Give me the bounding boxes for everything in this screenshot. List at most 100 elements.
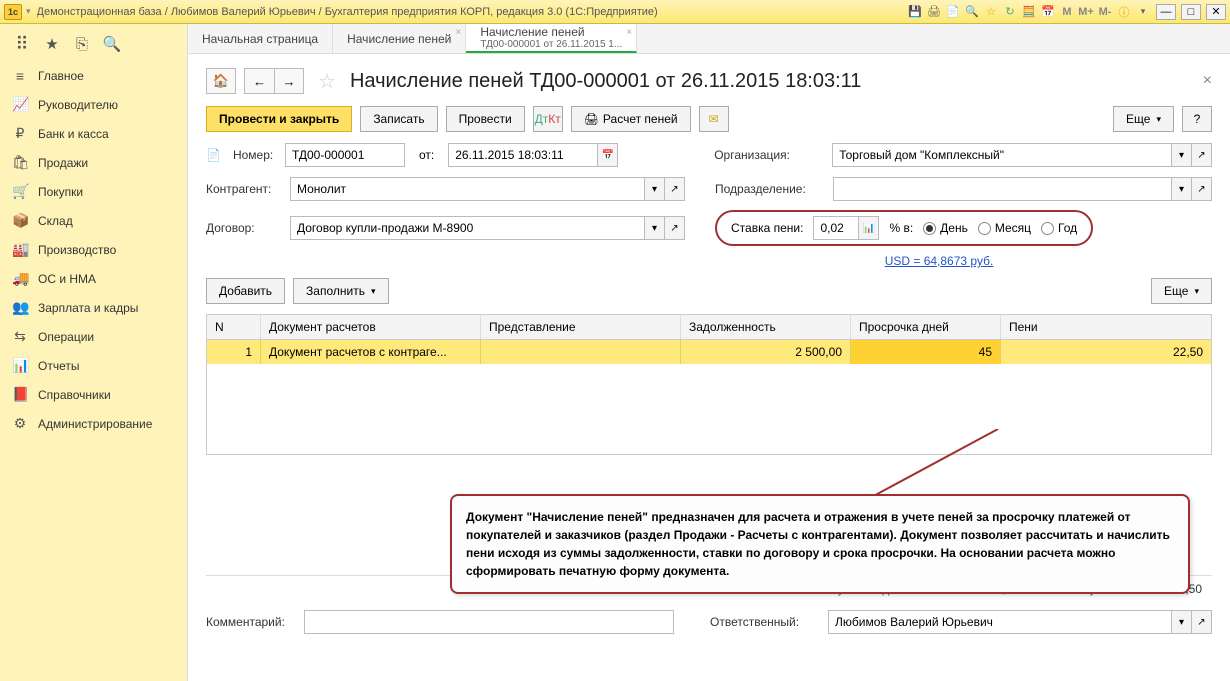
responsible-input[interactable]: Любимов Валерий Юрьевич — [828, 610, 1172, 634]
favorite-icon[interactable]: ★ — [40, 34, 64, 54]
m-minus-button[interactable]: M- — [1097, 4, 1113, 20]
mail-button[interactable]: ✉ — [699, 106, 729, 132]
minimize-button[interactable]: — — [1156, 4, 1176, 20]
open-icon[interactable]: ↗ — [665, 216, 685, 240]
tab-close-icon[interactable]: × — [626, 27, 632, 38]
sidebar-item[interactable]: ≡Главное — [0, 62, 187, 90]
dropdown-icon[interactable]: ▾ — [1135, 4, 1151, 20]
sidebar-item[interactable]: 👥Зарплата и кадры — [0, 293, 187, 322]
date-input[interactable]: 26.11.2015 18:03:11 — [448, 143, 598, 167]
save-button[interactable]: Записать — [360, 106, 437, 132]
open-icon[interactable]: ↗ — [665, 177, 685, 201]
page-title: Начисление пеней ТД00-000001 от 26.11.20… — [350, 70, 862, 93]
col-repr[interactable]: Представление — [481, 315, 681, 339]
dropdown-icon[interactable]: ▾ — [1172, 610, 1192, 634]
dt-kt-button[interactable]: ДтКт — [533, 106, 563, 132]
apps-icon[interactable]: ⠿ — [10, 34, 34, 54]
contract-input[interactable]: Договор купли-продажи М-8900 — [290, 216, 645, 240]
calendar-icon[interactable]: 📅 — [1040, 4, 1056, 20]
home-button[interactable]: 🏠 — [206, 68, 236, 94]
open-icon[interactable]: ↗ — [1192, 143, 1212, 167]
col-n[interactable]: N — [207, 315, 261, 339]
favorite-star-icon[interactable]: ☆ — [318, 69, 336, 94]
star-icon[interactable]: ☆ — [983, 4, 999, 20]
division-input[interactable] — [833, 177, 1172, 201]
more-button[interactable]: Еще — [1113, 106, 1174, 132]
dropdown-icon[interactable]: ▾ — [1172, 143, 1192, 167]
dropdown-icon[interactable]: ▾ — [26, 6, 31, 17]
radio-year[interactable]: Год — [1041, 221, 1077, 235]
maximize-button[interactable]: □ — [1181, 4, 1201, 20]
more-list-button[interactable]: Еще — [1151, 278, 1212, 304]
calendar-picker-icon[interactable]: 📅 — [598, 143, 618, 167]
radio-day[interactable]: День — [923, 221, 968, 235]
sidebar-item[interactable]: 🛍Продажи — [0, 148, 187, 177]
tab-home[interactable]: Начальная страница — [188, 24, 333, 53]
search-icon[interactable]: 🔍 — [100, 34, 124, 54]
history-icon[interactable]: ↻ — [1002, 4, 1018, 20]
sidebar-item[interactable]: 📕Справочники — [0, 380, 187, 409]
dropdown-icon[interactable]: ▾ — [645, 177, 665, 201]
sidebar-item[interactable]: 🚚ОС и НМА — [0, 264, 187, 293]
titlebar: 1c ▾ Демонстрационная база / Любимов Вал… — [0, 0, 1230, 24]
col-debt[interactable]: Задолженность — [681, 315, 851, 339]
radio-month[interactable]: Месяц — [978, 221, 1031, 235]
toolbar-icon[interactable]: 🔍 — [964, 4, 980, 20]
col-penalty[interactable]: Пени — [1001, 315, 1211, 339]
number-input[interactable]: ТД00-000001 — [285, 143, 405, 167]
sidebar-icon: ₽ — [12, 125, 28, 142]
penalties-table: N Документ расчетов Представление Задолж… — [206, 314, 1212, 455]
open-icon[interactable]: ↗ — [1192, 177, 1212, 201]
sidebar-item[interactable]: 🏭Производство — [0, 235, 187, 264]
m-button[interactable]: M — [1059, 4, 1075, 20]
tab-penalties[interactable]: Начисление пеней× — [333, 24, 466, 53]
dropdown-icon[interactable]: ▾ — [1172, 177, 1192, 201]
sidebar-icon: 🛒 — [12, 183, 28, 200]
tab-close-icon[interactable]: × — [456, 27, 462, 38]
sidebar-item[interactable]: 📊Отчеты — [0, 351, 187, 380]
fill-button[interactable]: Заполнить — [293, 278, 388, 304]
clipboard-icon[interactable]: ⎘ — [70, 34, 94, 54]
sidebar-item[interactable]: ⚙Администрирование — [0, 409, 187, 438]
toolbar-icon[interactable]: 🖨 — [926, 4, 942, 20]
calc-icon[interactable]: 🧮 — [1021, 4, 1037, 20]
info-icon[interactable]: ⓘ — [1116, 4, 1132, 20]
toolbar-icon[interactable]: 📄 — [945, 4, 961, 20]
organization-input[interactable]: Торговый дом "Комплексный" — [832, 143, 1172, 167]
back-button[interactable]: ← — [244, 68, 274, 94]
table-row[interactable]: 1 Документ расчетов с контраге... 2 500,… — [207, 340, 1211, 364]
dropdown-icon[interactable]: ▾ — [645, 216, 665, 240]
help-button[interactable]: ? — [1182, 106, 1212, 132]
post-and-close-button[interactable]: Провести и закрыть — [206, 106, 352, 132]
calc-penalties-button[interactable]: 🖨Расчет пеней — [571, 106, 691, 132]
sidebar-item[interactable]: ⇆Операции — [0, 322, 187, 351]
contragent-input[interactable]: Монолит — [290, 177, 645, 201]
calc-icon[interactable]: 📊 — [859, 216, 879, 240]
sidebar-label: Руководителю — [38, 98, 118, 112]
close-document-button[interactable]: × — [1203, 72, 1212, 90]
col-doc[interactable]: Документ расчетов — [261, 315, 481, 339]
sidebar-icon: 📕 — [12, 386, 28, 403]
organization-label: Организация: — [714, 148, 824, 162]
sidebar-icon: 🚚 — [12, 270, 28, 287]
sidebar-item[interactable]: 📦Склад — [0, 206, 187, 235]
col-overdue[interactable]: Просрочка дней — [851, 315, 1001, 339]
sidebar-item[interactable]: 📈Руководителю — [0, 90, 187, 119]
open-icon[interactable]: ↗ — [1192, 610, 1212, 634]
window-title: Демонстрационная база / Любимов Валерий … — [37, 6, 907, 18]
tab-penalties-doc[interactable]: Начисление пеней ТД00-000001 от 26.11.20… — [466, 24, 637, 53]
add-button[interactable]: Добавить — [206, 278, 285, 304]
comment-input[interactable] — [304, 610, 674, 634]
sidebar-item[interactable]: 🛒 Покупки — [0, 177, 187, 206]
sidebar-item[interactable]: ₽Банк и касса — [0, 119, 187, 148]
sidebar-icon: 🛍 — [12, 154, 28, 171]
sidebar-label: Покупки — [38, 185, 83, 199]
usd-rate-link[interactable]: USD = 64,8673 руб. — [885, 254, 994, 268]
sidebar-label: Склад — [38, 214, 73, 228]
post-button[interactable]: Провести — [446, 106, 525, 132]
rate-input[interactable]: 0,02 — [813, 216, 859, 240]
toolbar-icon[interactable]: 💾 — [907, 4, 923, 20]
m-plus-button[interactable]: M+ — [1078, 4, 1094, 20]
forward-button[interactable]: → — [274, 68, 304, 94]
close-button[interactable]: ✕ — [1206, 4, 1226, 20]
